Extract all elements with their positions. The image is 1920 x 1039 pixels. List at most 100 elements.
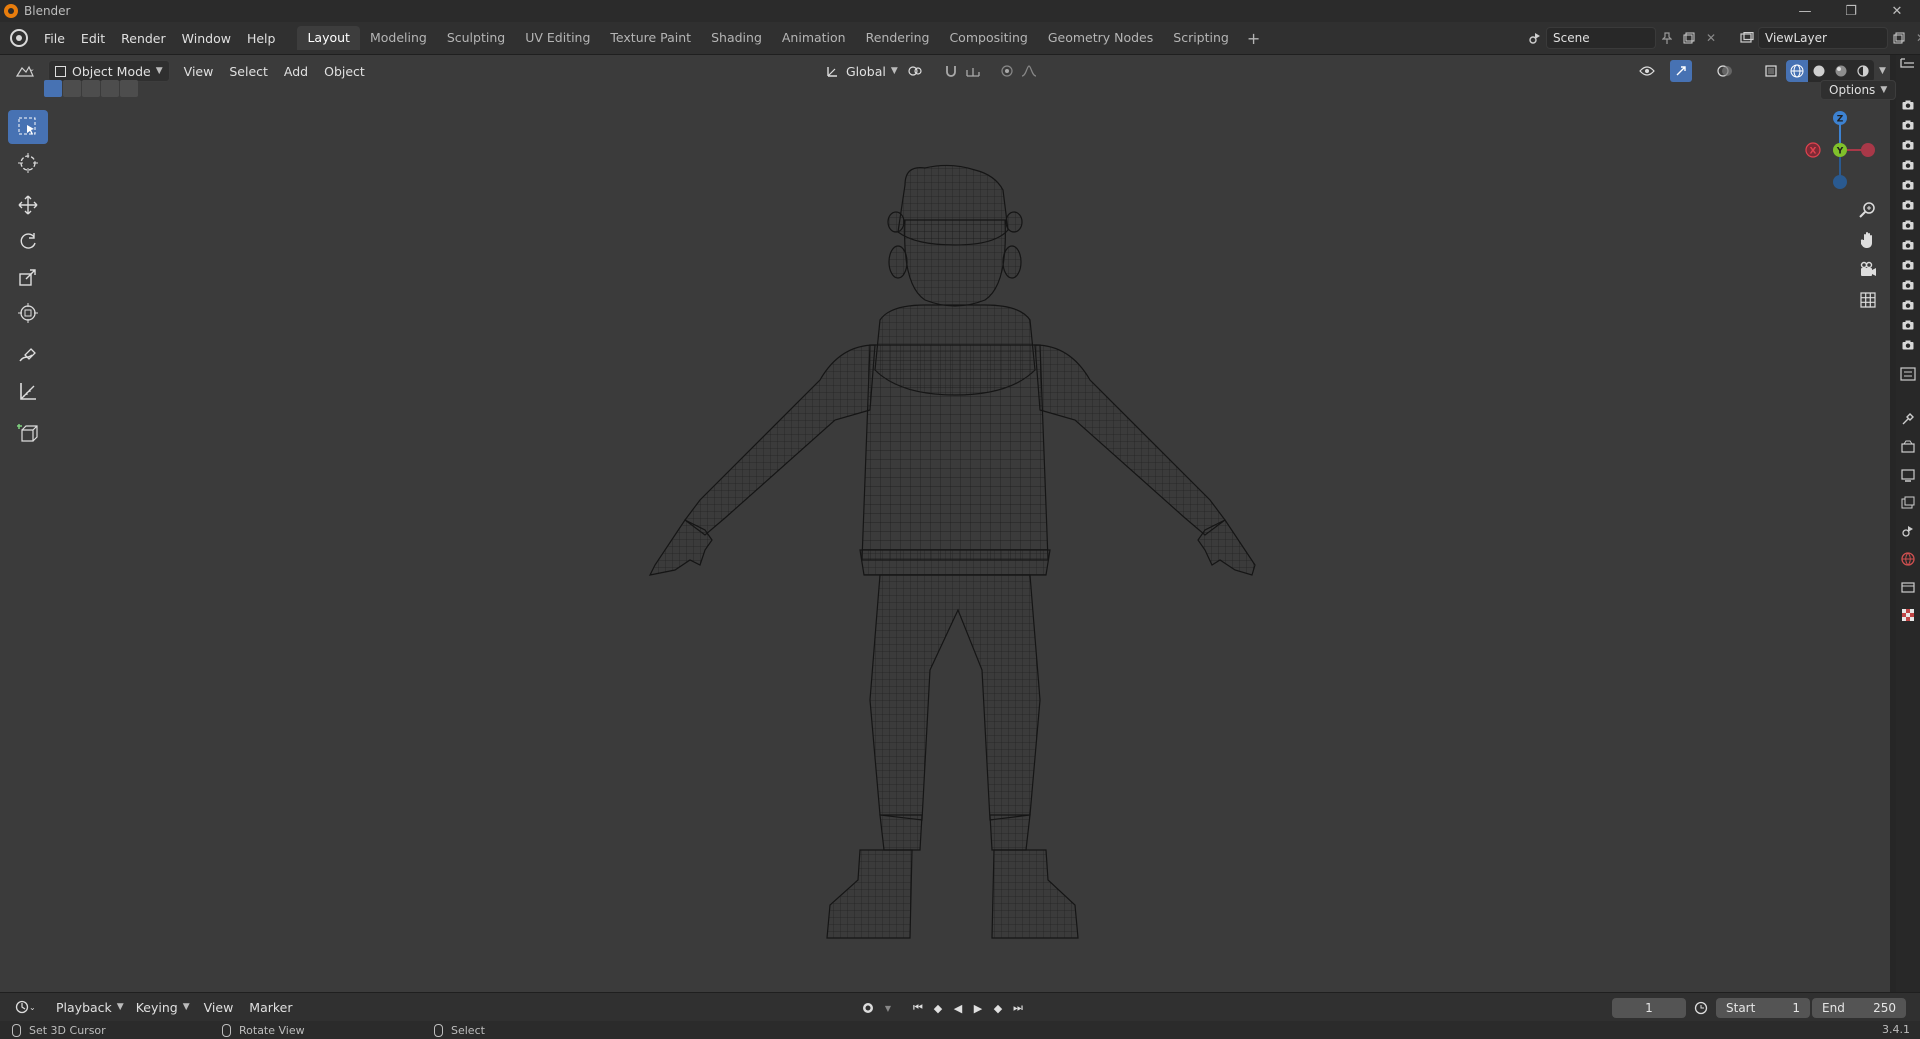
record-icon[interactable] bbox=[858, 998, 878, 1018]
jump-to-prev-keyframe-icon[interactable]: ◆ bbox=[928, 998, 948, 1018]
select-subtract-icon[interactable] bbox=[82, 80, 100, 97]
tab-shading[interactable]: Shading bbox=[701, 26, 772, 50]
delete-view-layer-icon[interactable]: ✕ bbox=[1910, 27, 1920, 49]
tab-rendering[interactable]: Rendering bbox=[856, 26, 940, 50]
start-frame-field[interactable]: Start 1 bbox=[1716, 998, 1810, 1018]
menu-window[interactable]: Window bbox=[174, 22, 239, 55]
preview-range-clock-icon[interactable] bbox=[1690, 997, 1712, 1019]
current-frame-field[interactable]: 1 bbox=[1612, 998, 1686, 1018]
output-properties-icon[interactable] bbox=[1896, 461, 1920, 489]
camera-icon[interactable] bbox=[1896, 275, 1920, 295]
camera-icon[interactable] bbox=[1896, 295, 1920, 315]
tab-layout[interactable]: Layout bbox=[297, 26, 360, 50]
viewport-menu-object[interactable]: Object bbox=[316, 64, 373, 79]
scene-icon[interactable] bbox=[1524, 27, 1546, 49]
perspective-toggle-icon[interactable] bbox=[1854, 286, 1882, 314]
new-view-layer-icon[interactable] bbox=[1888, 27, 1910, 49]
pivot-point-icon[interactable] bbox=[904, 60, 926, 82]
tab-modeling[interactable]: Modeling bbox=[360, 26, 437, 50]
camera-icon[interactable] bbox=[1896, 115, 1920, 135]
camera-view-icon[interactable] bbox=[1854, 256, 1882, 284]
minimize-button[interactable]: — bbox=[1782, 0, 1828, 22]
solid-shading-icon[interactable] bbox=[1808, 60, 1830, 82]
material-shading-icon[interactable] bbox=[1830, 60, 1852, 82]
scene-properties-icon[interactable] bbox=[1896, 517, 1920, 545]
timeline-menu-marker[interactable]: Marker bbox=[241, 1000, 300, 1015]
play-icon[interactable]: ▶ bbox=[968, 998, 988, 1018]
cursor-tool[interactable] bbox=[8, 146, 48, 180]
tab-geometry-nodes[interactable]: Geometry Nodes bbox=[1038, 26, 1163, 50]
play-reverse-icon[interactable]: ◀ bbox=[948, 998, 968, 1018]
close-button[interactable]: ✕ bbox=[1874, 0, 1920, 22]
snap-icon[interactable] bbox=[940, 60, 962, 82]
timeline-editor-type-icon[interactable]: ⌄ bbox=[10, 996, 40, 1018]
gizmo-toggle-icon[interactable] bbox=[1670, 60, 1692, 82]
camera-icon[interactable] bbox=[1896, 175, 1920, 195]
menu-edit[interactable]: Edit bbox=[73, 22, 113, 55]
options-dropdown[interactable]: Options ▼ bbox=[1820, 80, 1897, 100]
tab-uv-editing[interactable]: UV Editing bbox=[515, 26, 600, 50]
view-layer-field[interactable]: ViewLayer bbox=[1758, 27, 1888, 49]
tab-animation[interactable]: Animation bbox=[772, 26, 856, 50]
neg-x-axis-handle[interactable] bbox=[1861, 143, 1875, 157]
transform-orientation-dropdown[interactable]: Global ▼ bbox=[820, 60, 904, 82]
measure-tool[interactable] bbox=[8, 374, 48, 408]
delete-scene-icon[interactable]: ✕ bbox=[1700, 27, 1722, 49]
camera-icon[interactable] bbox=[1896, 215, 1920, 235]
transform-tool[interactable] bbox=[8, 296, 48, 330]
proportional-editing-icon[interactable] bbox=[996, 60, 1018, 82]
camera-icon[interactable] bbox=[1896, 95, 1920, 115]
mode-dropdown[interactable]: Object Mode ▼ bbox=[48, 60, 170, 82]
keying-menu[interactable]: Keying ▼ bbox=[130, 996, 196, 1018]
tab-texture-paint[interactable]: Texture Paint bbox=[600, 26, 701, 50]
add-cube-tool[interactable] bbox=[8, 416, 48, 450]
view-layer-icon[interactable] bbox=[1736, 27, 1758, 49]
properties-editor-icon[interactable] bbox=[1900, 367, 1916, 384]
new-scene-icon[interactable] bbox=[1678, 27, 1700, 49]
tab-sculpting[interactable]: Sculpting bbox=[437, 26, 515, 50]
jump-to-next-keyframe-icon[interactable]: ◆ bbox=[988, 998, 1008, 1018]
editor-type-icon[interactable]: ⌄ bbox=[10, 60, 40, 82]
select-intersect-icon[interactable] bbox=[120, 80, 138, 97]
move-tool[interactable] bbox=[8, 188, 48, 222]
falloff-icon[interactable] bbox=[1018, 60, 1040, 82]
camera-icon[interactable] bbox=[1896, 335, 1920, 355]
3d-viewport[interactable] bbox=[0, 55, 1890, 992]
select-extend-icon[interactable] bbox=[63, 80, 81, 97]
camera-icon[interactable] bbox=[1896, 195, 1920, 215]
rotate-tool[interactable] bbox=[8, 224, 48, 258]
visibility-icon[interactable] bbox=[1636, 60, 1658, 82]
neg-z-axis-handle[interactable] bbox=[1833, 175, 1847, 189]
camera-icon[interactable] bbox=[1896, 135, 1920, 155]
scene-name-field[interactable]: Scene bbox=[1546, 27, 1656, 49]
viewport-menu-view[interactable]: View bbox=[176, 64, 222, 79]
record-options-chevron-icon[interactable]: ▼ bbox=[878, 998, 898, 1018]
tab-compositing[interactable]: Compositing bbox=[939, 26, 1037, 50]
menu-file[interactable]: File bbox=[36, 22, 73, 55]
camera-icon[interactable] bbox=[1896, 255, 1920, 275]
camera-icon[interactable] bbox=[1896, 235, 1920, 255]
rendered-shading-icon[interactable] bbox=[1852, 60, 1874, 82]
tool-settings-icon[interactable] bbox=[1896, 405, 1920, 433]
camera-icon[interactable] bbox=[1896, 315, 1920, 335]
timeline-menu-view[interactable]: View bbox=[196, 1000, 242, 1015]
collection-properties-icon[interactable] bbox=[1896, 573, 1920, 601]
select-difference-icon[interactable] bbox=[101, 80, 119, 97]
jump-to-end-icon[interactable]: ⏭ bbox=[1008, 998, 1028, 1018]
camera-icon[interactable] bbox=[1896, 155, 1920, 175]
shading-options-chevron-icon[interactable]: ▼ bbox=[1879, 66, 1886, 76]
maximize-button[interactable]: ❐ bbox=[1828, 0, 1874, 22]
blender-logo-icon[interactable] bbox=[10, 29, 28, 47]
world-properties-icon[interactable] bbox=[1896, 545, 1920, 573]
jump-to-start-icon[interactable]: ⏮ bbox=[908, 998, 928, 1018]
playback-menu[interactable]: Playback ▼ bbox=[50, 996, 130, 1018]
scale-tool[interactable] bbox=[8, 260, 48, 294]
viewport-menu-add[interactable]: Add bbox=[276, 64, 316, 79]
end-frame-field[interactable]: End 250 bbox=[1812, 998, 1906, 1018]
render-properties-icon[interactable] bbox=[1896, 433, 1920, 461]
select-new-icon[interactable] bbox=[44, 80, 62, 97]
wireframe-shading-icon[interactable] bbox=[1786, 60, 1808, 82]
snap-target-icon[interactable] bbox=[962, 60, 984, 82]
xray-toggle-icon[interactable] bbox=[1760, 60, 1782, 82]
pan-hand-icon[interactable] bbox=[1854, 226, 1882, 254]
